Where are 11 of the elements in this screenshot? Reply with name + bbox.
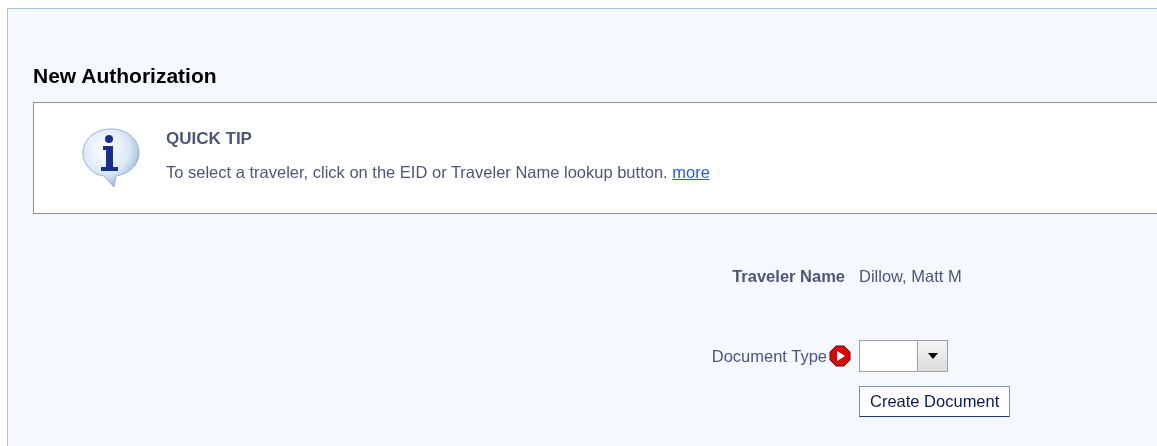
document-type-select[interactable]: [859, 340, 948, 372]
page-title: New Authorization: [33, 64, 217, 88]
tip-text: To select a traveler, click on the EID or Traveler Name lookup button. more: [166, 163, 710, 182]
create-document-button[interactable]: Create Document: [859, 386, 1011, 417]
field-label: Traveler Name: [732, 266, 845, 286]
info-icon: [80, 127, 142, 189]
tip-heading: QUICK TIP: [166, 129, 252, 149]
field-value: Dillow, Matt M: [859, 266, 962, 286]
caret-icon: [927, 353, 938, 359]
field-label: Document Type: [711, 346, 827, 366]
more-link[interactable]: more: [672, 163, 710, 181]
